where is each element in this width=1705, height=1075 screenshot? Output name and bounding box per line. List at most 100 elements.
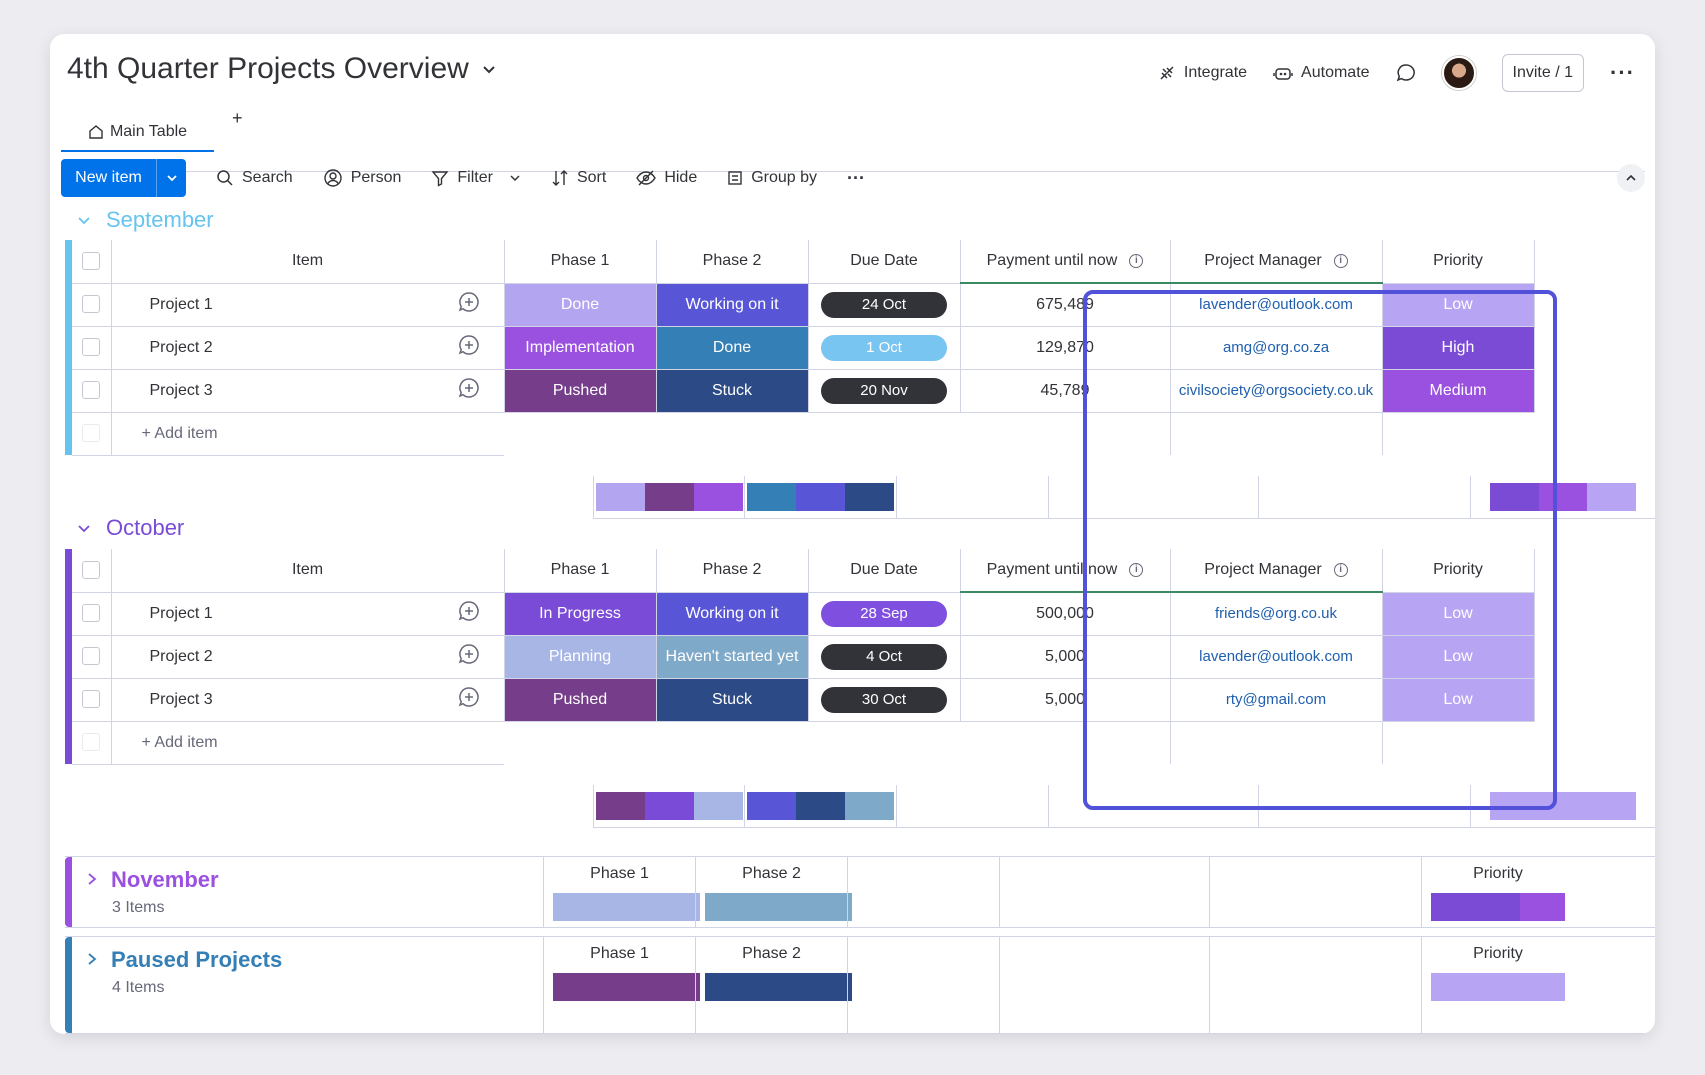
phase2-status[interactable]: Haven't started yet (656, 635, 809, 679)
add-update-button[interactable] (434, 326, 505, 370)
phase2-summary[interactable]: Phase 2 (695, 937, 852, 1033)
phase1-summary[interactable] (593, 785, 745, 827)
manager-email-link[interactable]: civilsociety@orgsociety.co.uk (1179, 382, 1373, 399)
info-icon[interactable]: i (1129, 253, 1144, 268)
phase2-status[interactable]: Working on it (656, 283, 809, 327)
column-header-phase1[interactable]: Phase 1 (504, 240, 657, 284)
add-item-input[interactable]: + Add item (111, 721, 504, 765)
manager-cell[interactable]: friends@org.co.uk (1170, 592, 1383, 636)
column-header-manager[interactable]: Project Manager i (1170, 240, 1383, 284)
priority-status[interactable]: Low (1382, 283, 1535, 327)
due-date-cell[interactable]: 24 Oct (808, 283, 961, 327)
select-all-checkbox[interactable] (72, 549, 112, 593)
phase2-summary[interactable] (745, 785, 897, 827)
group-collapsed-november[interactable]: November 3 Items Phase 1 Phase 2 Priorit… (65, 856, 1655, 928)
add-update-button[interactable] (434, 592, 505, 636)
item-name[interactable]: Project 2 (111, 635, 434, 679)
board-title-area[interactable]: 4th Quarter Projects Overview (67, 52, 499, 86)
priority-summary[interactable] (1471, 476, 1655, 518)
row-checkbox[interactable] (72, 635, 112, 679)
row-checkbox[interactable] (72, 369, 112, 413)
priority-status[interactable]: Low (1382, 592, 1535, 636)
payment-cell[interactable]: 675,489 (960, 283, 1171, 327)
due-date-cell[interactable]: 30 Oct (808, 678, 961, 722)
person-filter-button[interactable]: Person (323, 168, 401, 188)
phase2-status[interactable]: Stuck (656, 369, 809, 413)
info-icon[interactable]: i (1129, 562, 1144, 577)
new-item-dropdown[interactable] (156, 159, 186, 197)
add-update-button[interactable] (434, 635, 505, 679)
payment-cell[interactable]: 129,870 (960, 326, 1171, 370)
chevron-down-icon[interactable] (509, 172, 521, 184)
phase2-status[interactable]: Working on it (656, 592, 809, 636)
column-header-item[interactable]: Item (111, 549, 505, 593)
item-name[interactable]: Project 1 (111, 283, 434, 327)
row-checkbox[interactable] (72, 678, 112, 722)
due-date-cell[interactable]: 1 Oct (808, 326, 961, 370)
payment-cell[interactable]: 500,000 (960, 592, 1171, 636)
payment-cell[interactable]: 5,000 (960, 678, 1171, 722)
manager-email-link[interactable]: amg@org.co.za (1223, 339, 1329, 356)
phase1-summary[interactable]: Phase 1 (543, 857, 700, 927)
column-header-phase1[interactable]: Phase 1 (504, 549, 657, 593)
avatar[interactable] (1441, 56, 1476, 90)
phase1-summary[interactable]: Phase 1 (543, 937, 700, 1033)
item-name[interactable]: Project 3 (111, 678, 434, 722)
table-row[interactable]: Project 3 Pushed Stuck 30 Oct 5,000 rty@… (65, 678, 1535, 722)
column-header-due-date[interactable]: Due Date (808, 549, 961, 593)
phase1-status[interactable]: Planning (504, 635, 657, 679)
payment-cell[interactable]: 45,789 (960, 369, 1171, 413)
add-update-button[interactable] (434, 678, 505, 722)
phase2-status[interactable]: Done (656, 326, 809, 370)
add-update-button[interactable] (434, 369, 505, 413)
phase1-summary[interactable] (593, 476, 745, 518)
column-header-due-date[interactable]: Due Date (808, 240, 961, 284)
priority-summary[interactable] (1471, 785, 1655, 827)
priority-summary[interactable]: Priority (1421, 857, 1655, 927)
add-view-button[interactable]: + (232, 108, 243, 129)
phase2-summary[interactable]: Phase 2 (695, 857, 852, 927)
manager-email-link[interactable]: lavender@outlook.com (1199, 648, 1353, 665)
row-checkbox[interactable] (72, 326, 112, 370)
chevron-down-icon[interactable] (76, 520, 92, 536)
phase1-status[interactable]: Pushed (504, 369, 657, 413)
invite-button[interactable]: Invite / 1 (1501, 54, 1585, 92)
manager-cell[interactable]: rty@gmail.com (1170, 678, 1383, 722)
select-all-checkbox[interactable] (72, 240, 112, 284)
toolbar-more-button[interactable]: ··· (847, 168, 865, 189)
manager-email-link[interactable]: friends@org.co.uk (1215, 605, 1337, 622)
priority-status[interactable]: Low (1382, 678, 1535, 722)
phase1-status[interactable]: In Progress (504, 592, 657, 636)
group-header-september[interactable]: September (76, 207, 214, 233)
column-header-priority[interactable]: Priority (1382, 240, 1535, 284)
column-header-item[interactable]: Item (111, 240, 505, 284)
due-date-cell[interactable]: 28 Sep (808, 592, 961, 636)
item-name[interactable]: Project 1 (111, 592, 434, 636)
column-header-phase2[interactable]: Phase 2 (656, 240, 809, 284)
manager-cell[interactable]: lavender@outlook.com (1170, 283, 1383, 327)
column-header-priority[interactable]: Priority (1382, 549, 1535, 593)
priority-summary[interactable]: Priority (1421, 937, 1655, 1033)
updates-button[interactable] (1396, 63, 1416, 83)
priority-status[interactable]: Medium (1382, 369, 1535, 413)
row-checkbox[interactable] (72, 592, 112, 636)
due-date-cell[interactable]: 20 Nov (808, 369, 961, 413)
item-name[interactable]: Project 2 (111, 326, 434, 370)
add-item-row[interactable]: + Add item (65, 412, 1534, 456)
integrate-button[interactable]: Integrate (1158, 64, 1247, 82)
phase1-status[interactable]: Implementation (504, 326, 657, 370)
priority-status[interactable]: Low (1382, 635, 1535, 679)
phase2-summary[interactable] (745, 476, 897, 518)
chevron-down-icon[interactable] (76, 212, 92, 228)
table-row[interactable]: Project 3 Pushed Stuck 20 Nov 45,789 civ… (65, 369, 1535, 413)
priority-status[interactable]: High (1382, 326, 1535, 370)
phase1-status[interactable]: Pushed (504, 678, 657, 722)
table-row[interactable]: Project 1 Done Working on it 24 Oct 675,… (65, 283, 1535, 327)
new-item-button[interactable]: New item (61, 159, 186, 197)
row-checkbox[interactable] (72, 283, 112, 327)
add-item-input[interactable]: + Add item (111, 412, 504, 456)
sort-button[interactable]: Sort (551, 169, 606, 187)
table-row[interactable]: Project 2 Implementation Done 1 Oct 129,… (65, 326, 1535, 370)
manager-email-link[interactable]: lavender@outlook.com (1199, 296, 1353, 313)
add-item-row[interactable]: + Add item (65, 721, 1534, 765)
